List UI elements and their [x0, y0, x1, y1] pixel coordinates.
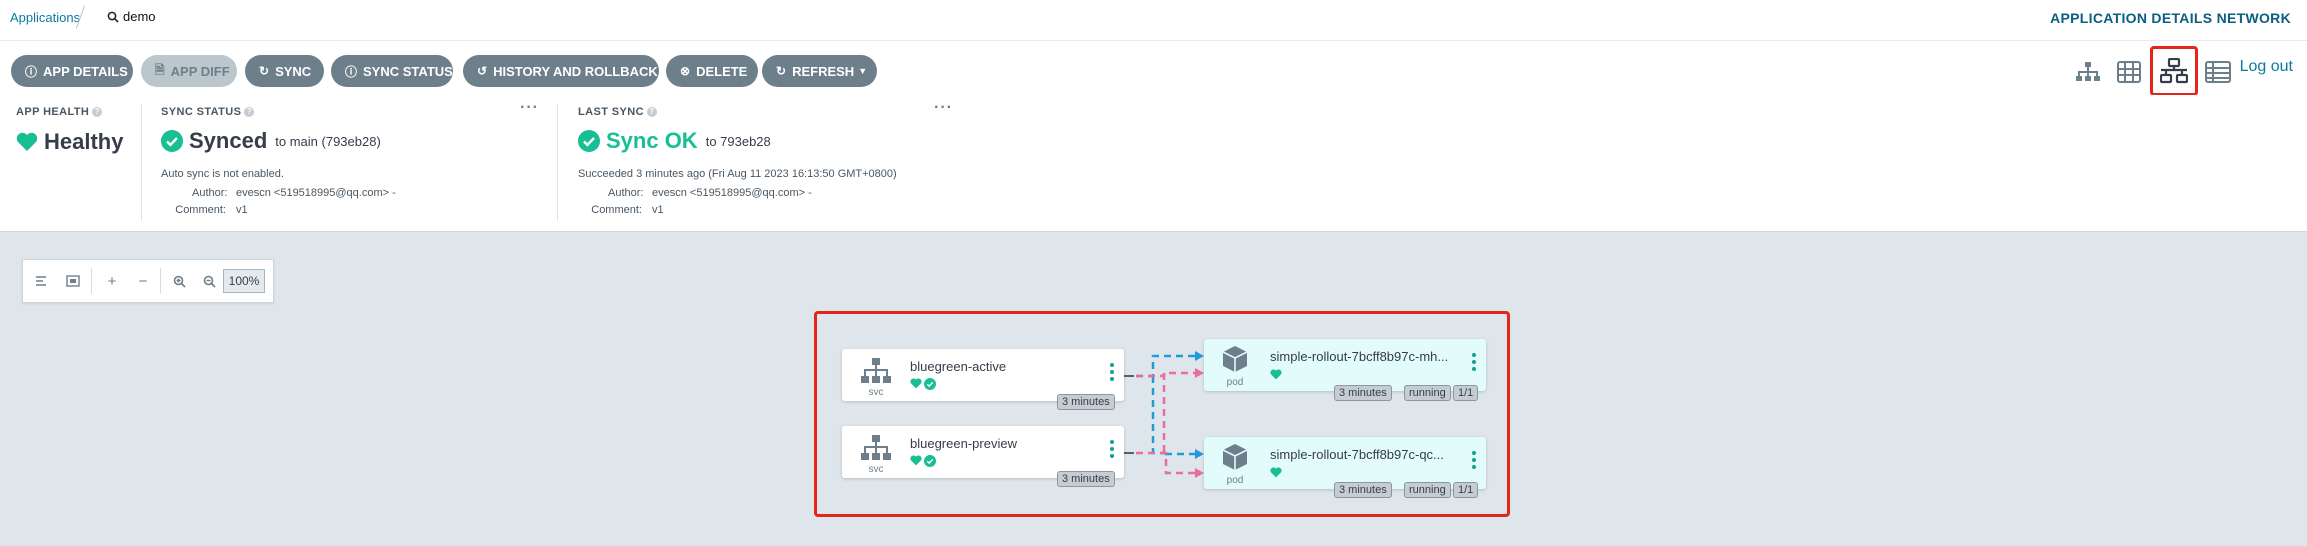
node-name: bluegreen-active	[910, 359, 1007, 374]
heart-icon	[1270, 467, 1282, 478]
node-menu-icon[interactable]	[1472, 451, 1476, 472]
node-menu-icon[interactable]	[1472, 353, 1476, 374]
node-status-icons	[910, 378, 936, 390]
node-name: simple-rollout-7bcff8b97c-qc...	[1270, 447, 1444, 462]
node-kind-label: pod	[1226, 377, 1244, 388]
service-icon	[861, 435, 891, 460]
pod-status-tag: running	[1404, 482, 1451, 498]
node-kind-label: svc	[868, 464, 884, 475]
node-status-icons	[910, 455, 936, 467]
node-name: simple-rollout-7bcff8b97c-mh...	[1270, 349, 1449, 364]
node-menu-icon[interactable]	[1110, 363, 1114, 384]
node-kind-label: svc	[868, 387, 884, 398]
node-age-tag: 3 minutes	[1057, 394, 1115, 410]
node-status-icons	[1270, 467, 1282, 478]
node-menu-icon[interactable]	[1110, 440, 1114, 461]
node-name: bluegreen-preview	[910, 436, 1017, 451]
heart-icon	[1270, 369, 1282, 380]
pod-ready-tag: 1/1	[1453, 385, 1479, 401]
heart-icon	[910, 455, 922, 466]
pod-cube-icon	[1222, 444, 1248, 470]
check-circle-icon	[924, 455, 936, 467]
node-age-tag: 3 minutes	[1057, 471, 1115, 487]
service-icon	[861, 358, 891, 383]
pod-status-tag: running	[1404, 385, 1451, 401]
node-kind-label: pod	[1226, 475, 1244, 486]
node-age-tag: 3 minutes	[1334, 385, 1392, 401]
heart-icon	[910, 378, 922, 389]
check-circle-icon	[924, 378, 936, 390]
pod-cube-icon	[1222, 346, 1248, 372]
pod-ready-tag: 1/1	[1453, 482, 1479, 498]
node-status-icons	[1270, 369, 1282, 380]
node-age-tag: 3 minutes	[1334, 482, 1392, 498]
pod-node[interactable]: pod simple-rollout-7bcff8b97c-mh...	[1204, 339, 1486, 391]
